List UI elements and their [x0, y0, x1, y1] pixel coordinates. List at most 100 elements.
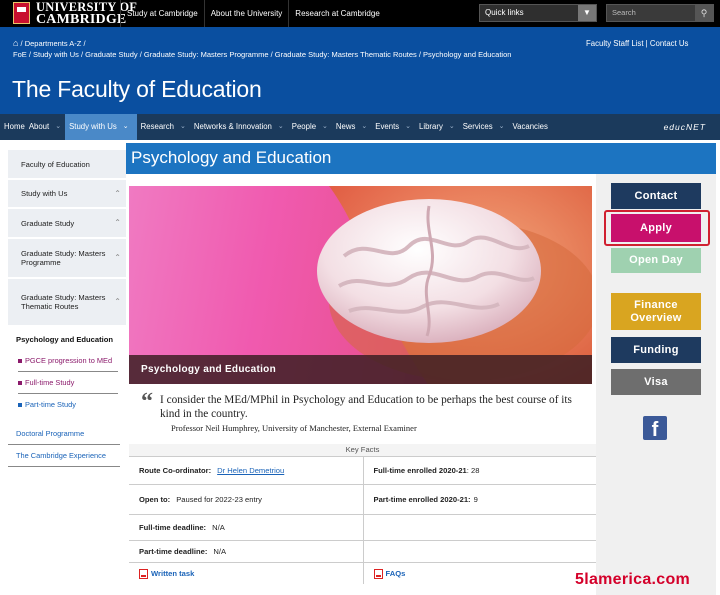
sidebar-child-label: Full-time Study: [25, 378, 75, 387]
table-cell: Open to: Paused for 2022-23 entry: [129, 485, 363, 514]
bullet-icon: [18, 359, 22, 363]
sidebar-item-thematic[interactable]: Graduate Study: Masters Thematic Routes ⌃: [8, 279, 126, 327]
top-links: Study at Cambridge About the University …: [120, 0, 386, 27]
sidebar-nav: Faculty of Education Study with Us ⌃ Grad…: [8, 150, 126, 467]
nav-about[interactable]: About ⌄: [25, 114, 65, 140]
contact-us-link[interactable]: Contact Us: [650, 39, 689, 48]
staff-links: Faculty Staff List | Contact Us: [586, 39, 688, 48]
fact-label: Route Co-ordinator:: [139, 466, 212, 475]
nav-label: Vacancies: [512, 122, 548, 131]
written-task-link[interactable]: Written task: [151, 569, 194, 578]
pdf-icon: [373, 568, 383, 579]
search-icon[interactable]: ⚲: [695, 5, 713, 21]
quick-links-select[interactable]: Quick links ▼: [479, 4, 597, 22]
sidebar-item-study[interactable]: Study with Us ⌃: [8, 180, 126, 209]
fact-label: Open to:: [139, 495, 171, 504]
nav-label: Events: [375, 122, 400, 131]
nav-home[interactable]: Home: [0, 114, 25, 140]
breadcrumb-line-1[interactable]: / Departments A-Z /: [21, 39, 86, 48]
fact-value: Paused for 2022-23 entry: [176, 495, 262, 504]
nav-label: Home: [4, 122, 25, 131]
sidebar-child-label: PGCE progression to MEd: [25, 356, 113, 365]
breadcrumb: ⌂ / Departments A-Z / FoE / Study with U…: [13, 38, 573, 60]
funding-button[interactable]: Funding: [611, 337, 701, 363]
table-cell: Part-time deadline: N/A: [129, 541, 363, 562]
staff-links-separator: |: [645, 39, 648, 48]
chevron-up-icon[interactable]: ⌃: [114, 189, 121, 198]
chevron-down-icon: ⌄: [405, 123, 412, 130]
table-cell: [362, 541, 597, 562]
table-row: Written task FAQs: [129, 562, 596, 584]
apply-button[interactable]: Apply: [611, 214, 701, 242]
chevron-down-icon[interactable]: ▼: [578, 5, 596, 21]
university-crest-icon[interactable]: [13, 2, 30, 24]
nav-label: Study with Us: [69, 122, 117, 131]
chevron-up-icon[interactable]: ⌃: [114, 297, 121, 306]
chevron-down-icon: ⌄: [322, 123, 328, 130]
sidebar-child-parttime[interactable]: Part-time Study: [18, 394, 118, 415]
educnet-link[interactable]: educNET: [664, 114, 706, 140]
table-cell: Route Co-ordinator: Dr Helen Demetriou: [129, 457, 363, 484]
open-day-button[interactable]: Open Day: [611, 248, 701, 273]
nav-events[interactable]: Events ⌄: [371, 114, 415, 140]
table-cell: FAQs: [362, 563, 597, 584]
chevron-down-icon: ⌄: [277, 123, 284, 130]
home-icon[interactable]: ⌂: [13, 38, 18, 48]
nav-networks[interactable]: Networks & Innovation ⌄: [190, 114, 288, 140]
chevron-up-icon[interactable]: ⌃: [114, 253, 121, 262]
nav-research[interactable]: Research ⌄: [137, 114, 190, 140]
main-nav: Home About ⌄ Study with Us ⌄ Research ⌄ Net…: [0, 114, 720, 140]
table-cell: Full-time deadline: N/A: [129, 515, 363, 540]
fact-label: Part-time deadline:: [139, 547, 208, 556]
nav-label: News: [335, 122, 356, 131]
sidebar-item-graduate[interactable]: Graduate Study ⌃: [8, 209, 126, 239]
top-link-study[interactable]: Study at Cambridge: [120, 0, 204, 27]
staff-list-link[interactable]: Faculty Staff List: [586, 39, 644, 48]
nav-label: About: [28, 122, 50, 131]
visa-button[interactable]: Visa: [611, 369, 701, 395]
search-input[interactable]: Search ⚲: [606, 4, 714, 22]
sidebar-child-fulltime[interactable]: Full-time Study: [18, 372, 118, 394]
contact-button[interactable]: Contact: [611, 183, 701, 209]
sidebar-current[interactable]: Psychology and Education: [8, 327, 126, 350]
top-link-about[interactable]: About the University: [203, 0, 289, 27]
nav-services[interactable]: Services ⌄: [459, 114, 509, 140]
page-title: Psychology and Education: [126, 143, 716, 174]
quote-mark-icon: “: [141, 389, 153, 415]
sidebar-item-label: Graduate Study: [21, 218, 75, 228]
chevron-down-icon: ⌄: [448, 123, 455, 130]
facebook-icon[interactable]: f: [643, 416, 667, 440]
sidebar-child-pgce[interactable]: PGCE progression to MEd: [18, 350, 118, 372]
bullet-icon: [18, 403, 22, 407]
sidebar-link-cambridge-experience[interactable]: The Cambridge Experience: [8, 445, 120, 467]
nav-label: Research: [140, 122, 174, 131]
nav-label: Services: [462, 122, 493, 131]
sidebar-item-label: Faculty of Education: [21, 159, 90, 169]
faculty-title[interactable]: The Faculty of Education: [12, 76, 262, 103]
quote-text: I consider the MEd/MPhil in Psychology a…: [160, 394, 572, 420]
breadcrumb-line-2[interactable]: FoE / Study with Us / Graduate Study / G…: [13, 49, 573, 60]
finance-overview-button[interactable]: Finance Overview: [611, 293, 701, 330]
sidebar-item-masters[interactable]: Graduate Study: Masters Programme ⌃: [8, 239, 126, 279]
route-coordinator-link[interactable]: Dr Helen Demetriou: [217, 466, 284, 475]
table-row: Full-time deadline: N/A: [129, 514, 596, 540]
nav-vacancies[interactable]: Vacancies: [509, 114, 548, 140]
sidebar-child-label: Part-time Study: [25, 400, 76, 409]
sidebar-item-faculty[interactable]: Faculty of Education: [8, 150, 126, 180]
chevron-down-icon: ⌄: [361, 123, 368, 130]
nav-people[interactable]: People ⌄: [288, 114, 332, 140]
nav-library[interactable]: Library ⌄: [415, 114, 459, 140]
sidebar-link-doctoral[interactable]: Doctoral Programme: [8, 423, 120, 445]
nav-news[interactable]: News ⌄: [332, 114, 371, 140]
nav-study-with-us[interactable]: Study with Us ⌄: [65, 114, 137, 140]
fact-value: : 28: [466, 466, 480, 475]
fact-label: Part-time enrolled 2020-21:: [373, 495, 471, 504]
watermark: 5lamerica.com: [575, 571, 691, 588]
top-link-research[interactable]: Research at Cambridge: [288, 0, 385, 27]
table-cell: Written task: [129, 563, 363, 584]
hero-image: Psychology and Education: [129, 186, 592, 384]
quote-attribution: Professor Neil Humphrey, University of M…: [171, 423, 417, 433]
faqs-link[interactable]: FAQs: [386, 569, 406, 578]
nav-label: Networks & Innovation: [193, 122, 272, 131]
chevron-up-icon[interactable]: ⌃: [114, 218, 121, 227]
